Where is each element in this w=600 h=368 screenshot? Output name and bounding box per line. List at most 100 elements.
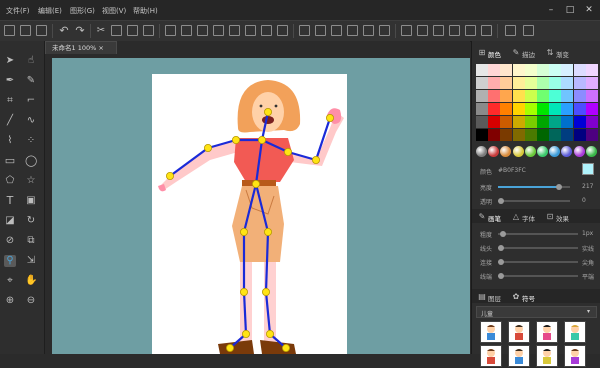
gradient-swatch[interactable] (561, 146, 573, 157)
color-swatch[interactable] (512, 116, 525, 128)
tab-color[interactable]: 颜色 (488, 49, 501, 59)
symbol-item[interactable] (508, 345, 530, 367)
color-swatch[interactable] (585, 64, 598, 76)
color-swatch[interactable] (500, 103, 513, 115)
gradient-swatch[interactable] (573, 146, 585, 157)
color-swatch[interactable] (476, 116, 488, 128)
color-swatch[interactable] (561, 77, 574, 89)
tab-symbols[interactable]: 符号 (522, 293, 535, 303)
color-swatch-grid[interactable] (476, 64, 598, 142)
color-swatch[interactable] (488, 77, 501, 89)
gradient-swatch[interactable] (537, 146, 548, 157)
color-swatch[interactable] (524, 77, 537, 89)
color-swatch[interactable] (585, 77, 598, 89)
color-swatch[interactable] (537, 116, 549, 128)
symbol-item[interactable] (564, 345, 586, 367)
color-swatch[interactable] (476, 77, 488, 89)
tab-layers[interactable]: 图层 (488, 293, 501, 303)
stroke-width-slider[interactable] (498, 233, 578, 235)
color-swatch[interactable] (524, 103, 537, 115)
line-cap-knob[interactable] (498, 273, 504, 279)
gradient-swatch[interactable] (549, 146, 561, 157)
gradient-swatch[interactable] (476, 146, 487, 157)
color-swatch[interactable] (561, 129, 574, 141)
color-swatch[interactable] (549, 103, 562, 115)
color-swatch[interactable] (573, 77, 586, 89)
color-swatch[interactable] (488, 64, 501, 76)
color-swatch[interactable] (500, 90, 513, 102)
tab-gradient[interactable]: 渐变 (556, 49, 569, 59)
color-swatch[interactable] (488, 116, 501, 128)
stroke-width-knob[interactable] (500, 231, 506, 237)
line-style-slider[interactable] (498, 247, 578, 249)
symbol-item[interactable] (508, 321, 530, 343)
color-swatch[interactable] (500, 64, 513, 76)
color-swatch[interactable] (524, 64, 537, 76)
line-join-slider[interactable] (498, 261, 578, 263)
color-swatch[interactable] (524, 90, 537, 102)
color-swatch[interactable] (524, 116, 537, 128)
gradient-swatch[interactable] (524, 146, 536, 157)
color-swatch[interactable] (537, 64, 549, 76)
color-swatch[interactable] (524, 129, 537, 141)
gradient-swatch[interactable] (500, 146, 512, 157)
color-swatch[interactable] (537, 77, 549, 89)
color-swatch[interactable] (476, 129, 488, 141)
gradient-swatch[interactable] (585, 146, 597, 157)
color-swatch[interactable] (476, 90, 488, 102)
color-swatch[interactable] (561, 90, 574, 102)
color-swatch[interactable] (476, 103, 488, 115)
symbol-item[interactable] (536, 321, 558, 343)
tab-brush[interactable]: 画笔 (488, 213, 501, 223)
color-swatch[interactable] (573, 116, 586, 128)
tab-effect[interactable]: 效果 (556, 213, 569, 223)
symbol-category-select[interactable]: 儿童 ▾ (476, 306, 597, 318)
symbol-item[interactable] (536, 345, 558, 367)
color-swatch[interactable] (549, 90, 562, 102)
color-swatch[interactable] (561, 64, 574, 76)
color-swatch[interactable] (488, 90, 501, 102)
opacity-slider[interactable] (498, 200, 570, 202)
color-swatch[interactable] (573, 103, 586, 115)
color-swatch[interactable] (561, 116, 574, 128)
line-style-knob[interactable] (498, 245, 504, 251)
brightness-slider-knob[interactable] (556, 184, 563, 190)
color-swatch[interactable] (537, 129, 549, 141)
color-swatch[interactable] (573, 90, 586, 102)
color-swatch[interactable] (500, 77, 513, 89)
color-swatch[interactable] (512, 103, 525, 115)
color-swatch[interactable] (549, 116, 562, 128)
color-swatch[interactable] (512, 64, 525, 76)
color-swatch[interactable] (585, 90, 598, 102)
color-swatch[interactable] (476, 64, 488, 76)
tab-font[interactable]: 字体 (522, 213, 535, 223)
color-swatch[interactable] (585, 129, 598, 141)
symbol-item[interactable] (480, 321, 502, 343)
color-swatch[interactable] (512, 77, 525, 89)
color-swatch[interactable] (488, 129, 501, 141)
tab-stroke[interactable]: 描边 (522, 49, 535, 59)
color-swatch[interactable] (537, 103, 549, 115)
color-swatch[interactable] (549, 77, 562, 89)
gradient-swatch-row[interactable] (476, 145, 598, 159)
color-swatch[interactable] (573, 64, 586, 76)
gradient-swatch[interactable] (512, 146, 524, 157)
color-swatch[interactable] (488, 103, 501, 115)
color-swatch[interactable] (500, 116, 513, 128)
current-color-preview[interactable] (582, 163, 594, 175)
color-swatch[interactable] (585, 116, 598, 128)
symbol-item[interactable] (480, 345, 502, 367)
color-swatch[interactable] (500, 129, 513, 141)
color-swatch[interactable] (573, 129, 586, 141)
color-swatch[interactable] (585, 103, 598, 115)
color-swatch[interactable] (512, 90, 525, 102)
color-swatch[interactable] (549, 129, 562, 141)
color-swatch[interactable] (537, 90, 549, 102)
color-hex-value[interactable]: #B0F3FC (498, 167, 526, 174)
symbol-item[interactable] (564, 321, 586, 343)
opacity-slider-knob[interactable] (498, 198, 504, 204)
color-swatch[interactable] (512, 129, 525, 141)
line-join-knob[interactable] (498, 259, 504, 265)
color-swatch[interactable] (549, 64, 562, 76)
line-cap-slider[interactable] (498, 275, 578, 277)
